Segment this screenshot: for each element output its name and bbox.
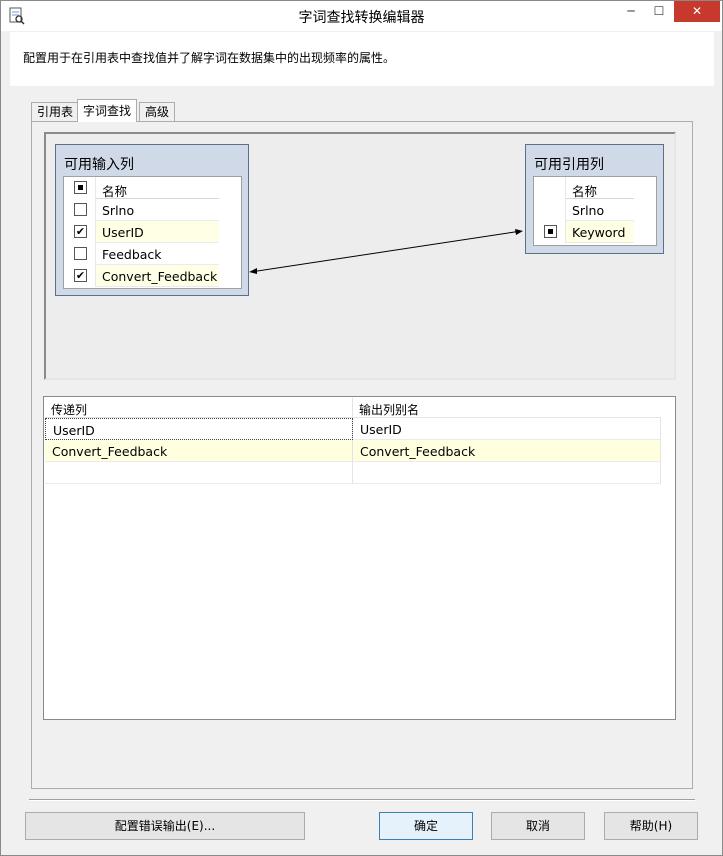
input-select-all-cell[interactable]	[64, 177, 96, 199]
passthrough-alias-cell-empty[interactable]	[353, 462, 661, 484]
tab-reference-table[interactable]: 引用表	[31, 102, 80, 121]
select-all-checkbox[interactable]	[74, 181, 87, 194]
button-separator	[29, 799, 695, 801]
input-columns-title: 可用输入列	[64, 157, 134, 173]
passthrough-column-header: 传递列	[51, 403, 88, 417]
input-row-label: Convert_Feedback	[102, 269, 218, 284]
feedback-checkbox[interactable]	[74, 247, 87, 260]
description-text: 配置用于在引用表中查找值并了解字词在数据集中的出现频率的属性。	[23, 51, 396, 65]
reference-columns-title: 可用引用列	[534, 157, 604, 173]
cancel-button[interactable]: 取消	[491, 812, 585, 840]
passthrough-row[interactable]: Convert_Feedback Convert_Feedback	[45, 440, 661, 462]
userid-checkbox[interactable]: ✔	[74, 225, 87, 238]
ok-button[interactable]: 确定	[379, 812, 473, 840]
input-row-convert-feedback[interactable]: ✔ Convert_Feedback	[64, 265, 241, 287]
help-button[interactable]: 帮助(H)	[604, 812, 698, 840]
passthrough-row[interactable]: UserID UserID	[45, 418, 661, 440]
available-reference-columns-box[interactable]: 可用引用列 名称 Srlno Keyword	[525, 144, 664, 254]
title-bar[interactable]: 字词查找转换编辑器 ─ ☐ ✕	[1, 1, 722, 31]
output-alias-header: 输出列别名	[359, 403, 420, 417]
passthrough-columns-grid[interactable]: 传递列 输出列别名 UserID UserID Convert_Feedback…	[43, 396, 676, 720]
passthrough-alias-cell[interactable]: Convert_Feedback	[353, 440, 661, 462]
reference-row-srlno[interactable]: Srlno	[534, 199, 656, 221]
editor-window: 字词查找转换编辑器 ─ ☐ ✕ 配置用于在引用表中查找值并了解字词在数据集中的出…	[0, 0, 723, 856]
passthrough-input-cell-empty[interactable]	[45, 462, 353, 484]
passthrough-alias-cell[interactable]: UserID	[353, 418, 661, 440]
passthrough-input-cell[interactable]: UserID	[45, 418, 353, 440]
input-name-header: 名称	[102, 184, 128, 199]
srlno-checkbox[interactable]	[74, 203, 87, 216]
input-row-label: Srlno	[102, 203, 135, 218]
reference-row-keyword[interactable]: Keyword	[534, 221, 656, 243]
input-row-label: UserID	[102, 225, 144, 240]
reference-header-row: 名称	[534, 177, 656, 199]
reference-row-label: Srlno	[572, 203, 605, 218]
reference-header-check-cell	[534, 177, 566, 199]
passthrough-input-cell[interactable]: Convert_Feedback	[45, 440, 353, 462]
input-row-userid[interactable]: ✔ UserID	[64, 221, 241, 243]
input-row-label: Feedback	[102, 247, 162, 262]
reference-row-label: Keyword	[572, 225, 626, 240]
input-row-feedback[interactable]: Feedback	[64, 243, 241, 265]
input-row-srlno[interactable]: Srlno	[64, 199, 241, 221]
window-title: 字词查找转换编辑器	[298, 10, 425, 26]
reference-name-header: 名称	[572, 184, 598, 199]
maximize-button[interactable]: ☐	[645, 1, 673, 22]
reference-columns-grid: 名称 Srlno Keyword	[533, 176, 657, 246]
reference-srlno-check-cell[interactable]	[534, 199, 566, 221]
available-input-columns-box[interactable]: 可用输入列 名称 Srlno ✔ UserID Feedback ✔ Conve…	[55, 144, 249, 296]
tab-term-lookup[interactable]: 字词查找	[77, 99, 138, 122]
passthrough-header-row: 传递列 输出列别名	[45, 398, 661, 418]
minimize-button[interactable]: ─	[617, 1, 645, 22]
configure-error-output-button[interactable]: 配置错误输出(E)...	[25, 812, 305, 840]
close-button[interactable]: ✕	[674, 1, 720, 22]
tab-advanced[interactable]: 高级	[139, 102, 176, 121]
passthrough-empty-row[interactable]	[45, 462, 661, 484]
keyword-selected-marker[interactable]	[544, 225, 557, 238]
input-columns-grid: 名称 Srlno ✔ UserID Feedback ✔ Convert_Fee…	[63, 176, 242, 289]
input-header-row: 名称	[64, 177, 241, 199]
convert-feedback-checkbox[interactable]: ✔	[74, 269, 87, 282]
